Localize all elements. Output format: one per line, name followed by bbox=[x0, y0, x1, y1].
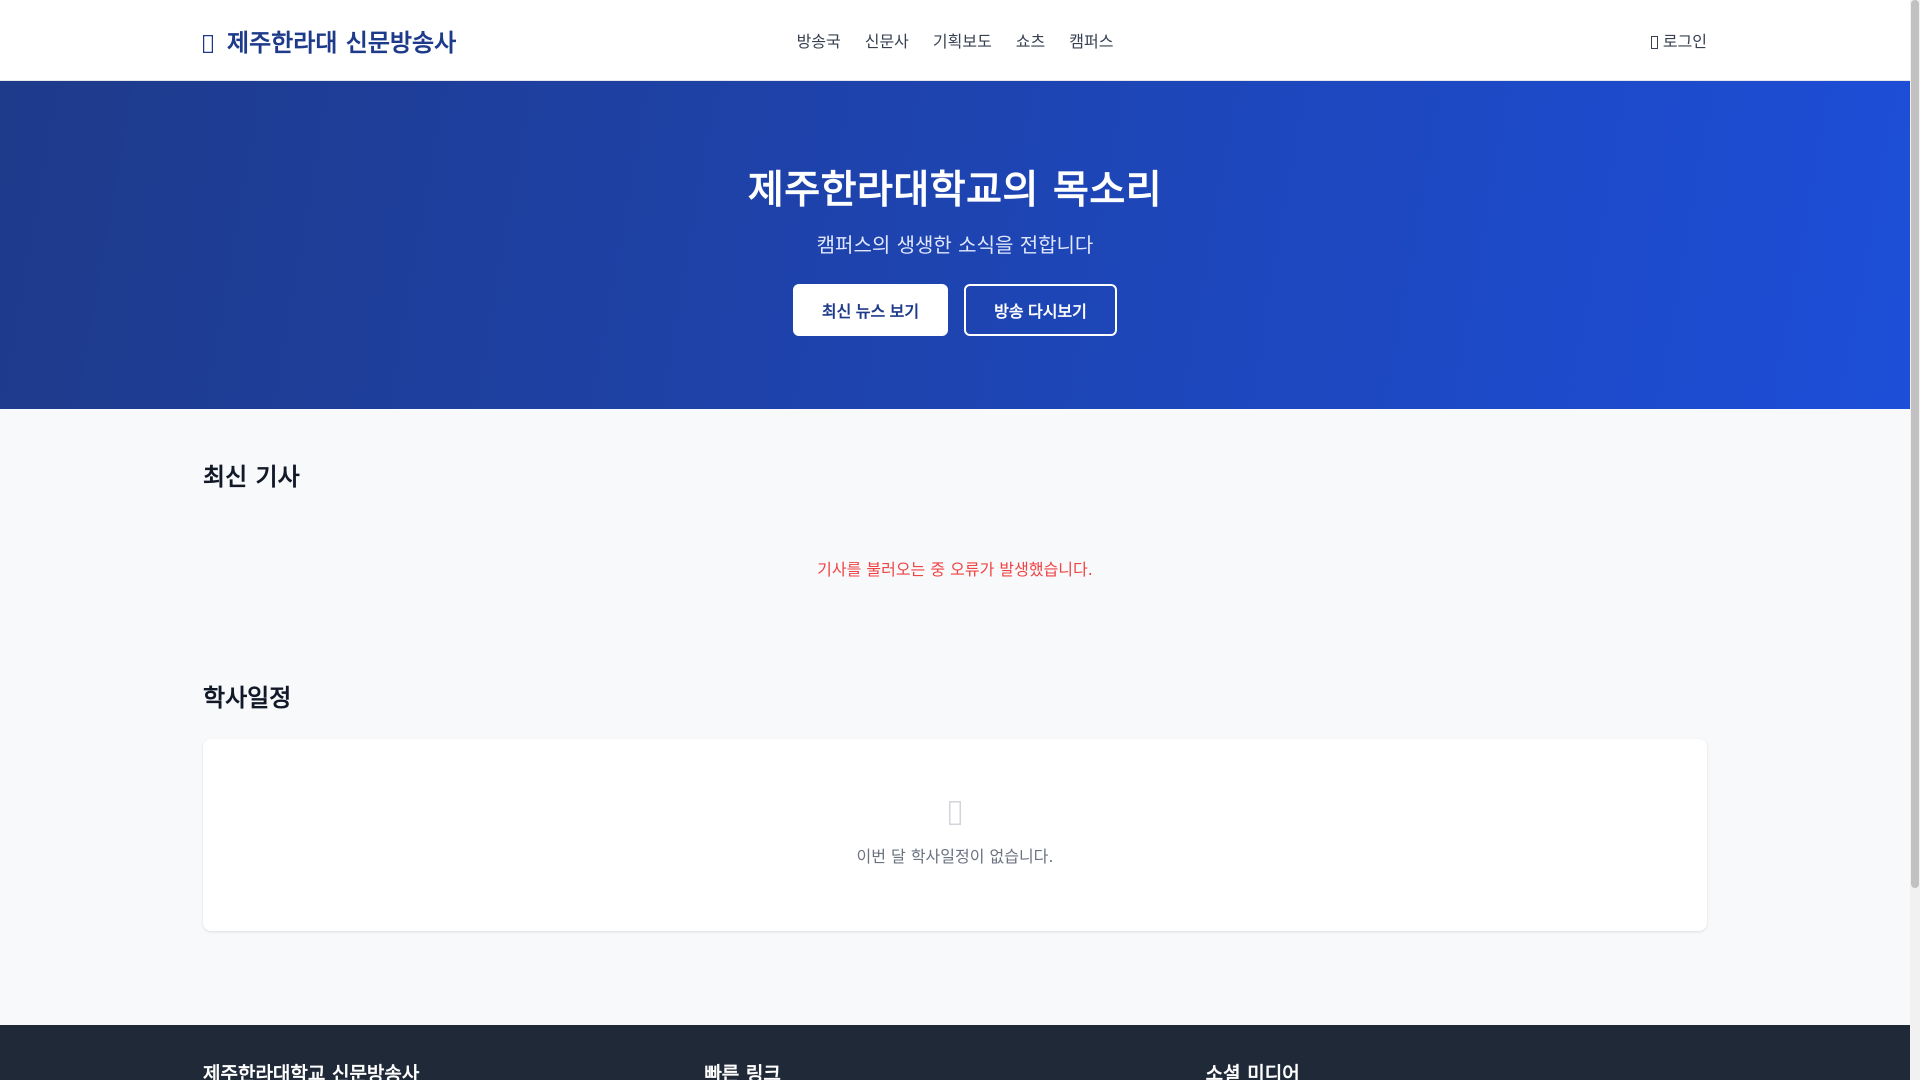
sign-in-icon bbox=[1650, 34, 1658, 49]
brand-name: 제주한라대 신문방송사 bbox=[227, 28, 457, 57]
calendar-icon bbox=[949, 801, 961, 825]
latest-news-button[interactable]: 최신 뉴스 보기 bbox=[793, 284, 948, 336]
site-footer: 제주한라대학교 신문방송사 빠른 링크 소셜 미디어 bbox=[0, 1025, 1910, 1080]
login-label: 로그인 bbox=[1662, 32, 1707, 51]
nav-item-newspaper[interactable]: 신문사 bbox=[865, 28, 909, 52]
scrollbar[interactable] bbox=[1910, 0, 1920, 1080]
hero-title: 제주한라대학교의 목소리 bbox=[747, 168, 1163, 213]
site-header: 제주한라대 신문방송사 방송국 신문사 기획보도 쇼츠 캠퍼스 로그인 bbox=[0, 0, 1910, 81]
brand-link[interactable]: 제주한라대 신문방송사 bbox=[202, 23, 457, 58]
latest-articles-title: 최신 기사 bbox=[203, 463, 300, 491]
page: 제주한라대 신문방송사 방송국 신문사 기획보도 쇼츠 캠퍼스 로그인 제주한라… bbox=[0, 0, 1910, 1080]
nav-item-feature[interactable]: 기획보도 bbox=[933, 28, 992, 52]
articles-error-message: 기사를 불러오는 중 오류가 발생했습니다. bbox=[817, 560, 1093, 579]
login-link[interactable]: 로그인 bbox=[1650, 28, 1707, 52]
schedule-empty-message: 이번 달 학사일정이 없습니다. bbox=[856, 847, 1054, 866]
nav-item-shorts[interactable]: 쇼츠 bbox=[1016, 28, 1045, 52]
scrollbar-thumb[interactable] bbox=[1911, 0, 1919, 888]
replay-button[interactable]: 방송 다시보기 bbox=[964, 284, 1117, 336]
nav-item-broadcast[interactable]: 방송국 bbox=[797, 28, 841, 52]
schedule-card: 이번 달 학사일정이 없습니다. bbox=[203, 739, 1707, 931]
hero-banner: 제주한라대학교의 목소리 캠퍼스의 생생한 소식을 전합니다 최신 뉴스 보기 … bbox=[0, 81, 1910, 409]
main-nav: 방송국 신문사 기획보도 쇼츠 캠퍼스 bbox=[797, 28, 1114, 52]
academic-schedule-title: 학사일정 bbox=[203, 684, 292, 712]
main-content: 최신 기사 기사를 불러오는 중 오류가 발생했습니다. 학사일정 이번 달 학… bbox=[203, 457, 1707, 931]
nav-item-campus[interactable]: 캠퍼스 bbox=[1069, 28, 1113, 52]
hero-subtitle: 캠퍼스의 생생한 소식을 전합니다 bbox=[816, 233, 1094, 257]
footer-quick-links-title: 빠른 링크 bbox=[704, 1063, 781, 1080]
broadcast-icon bbox=[202, 31, 214, 54]
footer-social-title: 소셜 미디어 bbox=[1205, 1063, 1300, 1080]
hero-actions: 최신 뉴스 보기 방송 다시보기 bbox=[0, 284, 1910, 336]
footer-about-title: 제주한라대학교 신문방송사 bbox=[203, 1063, 420, 1080]
